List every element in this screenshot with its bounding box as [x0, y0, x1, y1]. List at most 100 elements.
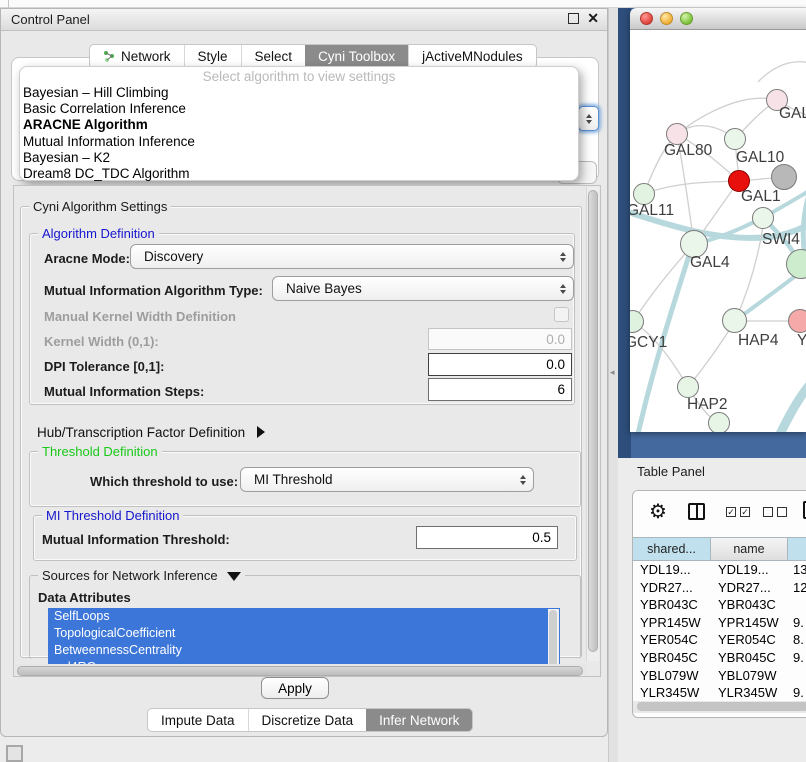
minimize-traffic-light-icon[interactable]: [660, 12, 673, 25]
attribute-item[interactable]: SelfLoops: [48, 608, 560, 625]
table-row[interactable]: YDR27...YDR27...12: [633, 579, 806, 597]
mi-threshold-label: Mutual Information Threshold:: [42, 532, 230, 547]
control-panel: Control Panel ✕ Network Style Select Cyn…: [0, 8, 608, 737]
manual-kernel-checkbox[interactable]: [554, 307, 569, 322]
network-tab-icon: [103, 50, 116, 63]
node-hap2[interactable]: [677, 376, 699, 398]
kernel-width-label: Kernel Width (0,1):: [44, 334, 159, 349]
data-attributes-label: Data Attributes: [38, 590, 131, 605]
tab-select-label: Select: [255, 49, 293, 64]
cyni-settings-scrollpane: Cyni Algorithm Settings Algorithm Defini…: [13, 185, 601, 677]
mi-type-combo[interactable]: Naive Bayes: [272, 276, 574, 301]
tab-discretize-data-label: Discretize Data: [262, 713, 354, 728]
table-row[interactable]: YDL19...YDL19...13: [633, 561, 806, 579]
node-label: GAL10: [736, 149, 784, 167]
node-salmon[interactable]: [788, 309, 806, 333]
gear-icon[interactable]: ⚙: [649, 499, 667, 524]
algorithm-definition-group: Algorithm Definition Aracne Mode: Discov…: [29, 233, 575, 405]
table-panel: ⚙ ✓ ✓ shared... name YDL19...YDL19...13 …: [632, 490, 806, 718]
tab-discretize-data[interactable]: Discretize Data: [248, 709, 367, 731]
unchecked-checkbox-icon[interactable]: [763, 507, 773, 517]
collapsed-panel-icon[interactable]: [6, 745, 23, 762]
table-row[interactable]: YBL079WYBL079W: [633, 667, 806, 685]
which-threshold-label: Which threshold to use:: [90, 474, 238, 489]
attribute-item[interactable]: BetweennessCentrality: [48, 642, 560, 659]
algorithm-option[interactable]: Basic Correlation Inference: [20, 101, 578, 117]
algorithm-combo-arrow[interactable]: [578, 106, 599, 131]
tab-cyni-toolbox[interactable]: Cyni Toolbox: [305, 45, 408, 68]
mi-steps-field[interactable]: 6: [428, 378, 572, 401]
checked-checkbox-icon[interactable]: ✓: [740, 507, 750, 517]
expander-down-icon: [227, 572, 241, 581]
tab-jactivemnodules[interactable]: jActiveMNodules: [408, 45, 536, 68]
tab-infer-network[interactable]: Infer Network: [366, 709, 472, 731]
algorithm-option-selected[interactable]: ARACNE Algorithm: [20, 117, 578, 133]
float-window-icon[interactable]: [568, 13, 579, 24]
expander-right-icon: [257, 426, 265, 438]
algorithm-option[interactable]: Bayesian – Hill Climbing: [20, 85, 578, 101]
kernel-width-field[interactable]: 0.0: [428, 328, 572, 350]
algorithm-definition-title: Algorithm Definition: [38, 226, 159, 241]
node-gray[interactable]: [771, 164, 797, 190]
tab-select[interactable]: Select: [241, 45, 306, 68]
panel-splitter[interactable]: [608, 8, 618, 762]
sources-group: Sources for Network Inference Data Attri…: [29, 575, 581, 659]
network-canvas[interactable]: GAL GAL80 GAL10 GAL1 GAL11 SWI4 GAL4 GCY…: [630, 30, 806, 432]
top-strip: [0, 0, 806, 8]
node-swi4[interactable]: [752, 207, 774, 229]
algorithm-option[interactable]: Bayesian – K2: [20, 150, 578, 166]
algorithm-option[interactable]: Dream8 DC_TDC Algorithm: [20, 166, 578, 182]
node-hap4[interactable]: [722, 308, 747, 333]
network-window-titlebar[interactable]: [630, 8, 806, 30]
table-row[interactable]: YER054CYER054C8.: [633, 631, 806, 649]
unchecked-checkbox-icon[interactable]: [777, 507, 787, 517]
threshold-definition-title: Threshold Definition: [38, 444, 162, 459]
node-label: GAL11: [630, 202, 674, 220]
tab-network-label: Network: [121, 49, 171, 64]
manual-kernel-label: Manual Kernel Width Definition: [44, 309, 236, 324]
tab-style[interactable]: Style: [184, 45, 241, 68]
settings-horizontal-scrollbar[interactable]: [15, 664, 587, 677]
node-bottom[interactable]: [708, 412, 730, 432]
mi-threshold-field[interactable]: 0.5: [416, 526, 558, 549]
checked-checkbox-icon[interactable]: ✓: [726, 507, 736, 517]
column-header-shared[interactable]: shared...: [633, 537, 711, 561]
settings-vertical-scrollbar[interactable]: [586, 187, 599, 661]
algorithm-dropdown-popup: Select algorithm to view settings Bayesi…: [19, 66, 579, 181]
table-panel-title: Table Panel: [637, 464, 705, 479]
apply-button[interactable]: Apply: [261, 677, 329, 699]
cyni-bottom-tabs: Impute Data Discretize Data Infer Networ…: [147, 708, 473, 732]
close-traffic-light-icon[interactable]: [640, 12, 653, 25]
columns-icon[interactable]: [688, 503, 705, 520]
sources-expander[interactable]: Sources for Network Inference: [38, 568, 245, 583]
aracne-mode-combo[interactable]: Discovery: [130, 244, 574, 269]
tab-impute-data[interactable]: Impute Data: [148, 709, 248, 731]
control-panel-title: Control Panel: [11, 12, 90, 27]
hub-definition-expander[interactable]: Hub/Transcription Factor Definition: [37, 425, 265, 440]
node-label: GAL: [779, 105, 806, 123]
algorithm-option[interactable]: Mutual Information Inference: [20, 134, 578, 150]
node-label: GCY1: [630, 334, 667, 352]
node-label: GAL4: [690, 254, 730, 272]
table-row[interactable]: YBR045CYBR045C9.: [633, 649, 806, 667]
table-row[interactable]: YBR043CYBR043C: [633, 596, 806, 614]
column-header-partial[interactable]: [788, 537, 806, 561]
aracne-mode-label: Aracne Mode:: [44, 251, 130, 266]
table-horizontal-scrollbar[interactable]: [633, 701, 806, 713]
column-header-name[interactable]: name: [711, 537, 788, 561]
combo-spinner-icon: [520, 475, 526, 485]
zoom-traffic-light-icon[interactable]: [680, 12, 693, 25]
which-threshold-value: MI Threshold: [241, 472, 520, 487]
tab-impute-data-label: Impute Data: [161, 713, 235, 728]
splitter-collapse-icon[interactable]: ◂: [610, 367, 615, 378]
attribute-item[interactable]: TopologicalCoefficient: [48, 625, 560, 642]
network-view-window[interactable]: GAL GAL80 GAL10 GAL1 GAL11 SWI4 GAL4 GCY…: [630, 8, 806, 432]
node-gal10[interactable]: [724, 128, 746, 150]
tab-network[interactable]: Network: [90, 45, 184, 68]
table-row[interactable]: YLR345WYLR345W9.: [633, 684, 806, 701]
dpi-tolerance-field[interactable]: 0.0: [428, 353, 572, 376]
which-threshold-combo[interactable]: MI Threshold: [240, 467, 534, 492]
table-row[interactable]: YPR145WYPR145W9.: [633, 614, 806, 632]
close-icon[interactable]: ✕: [587, 10, 599, 27]
cyni-algorithm-settings-title: Cyni Algorithm Settings: [29, 199, 171, 214]
